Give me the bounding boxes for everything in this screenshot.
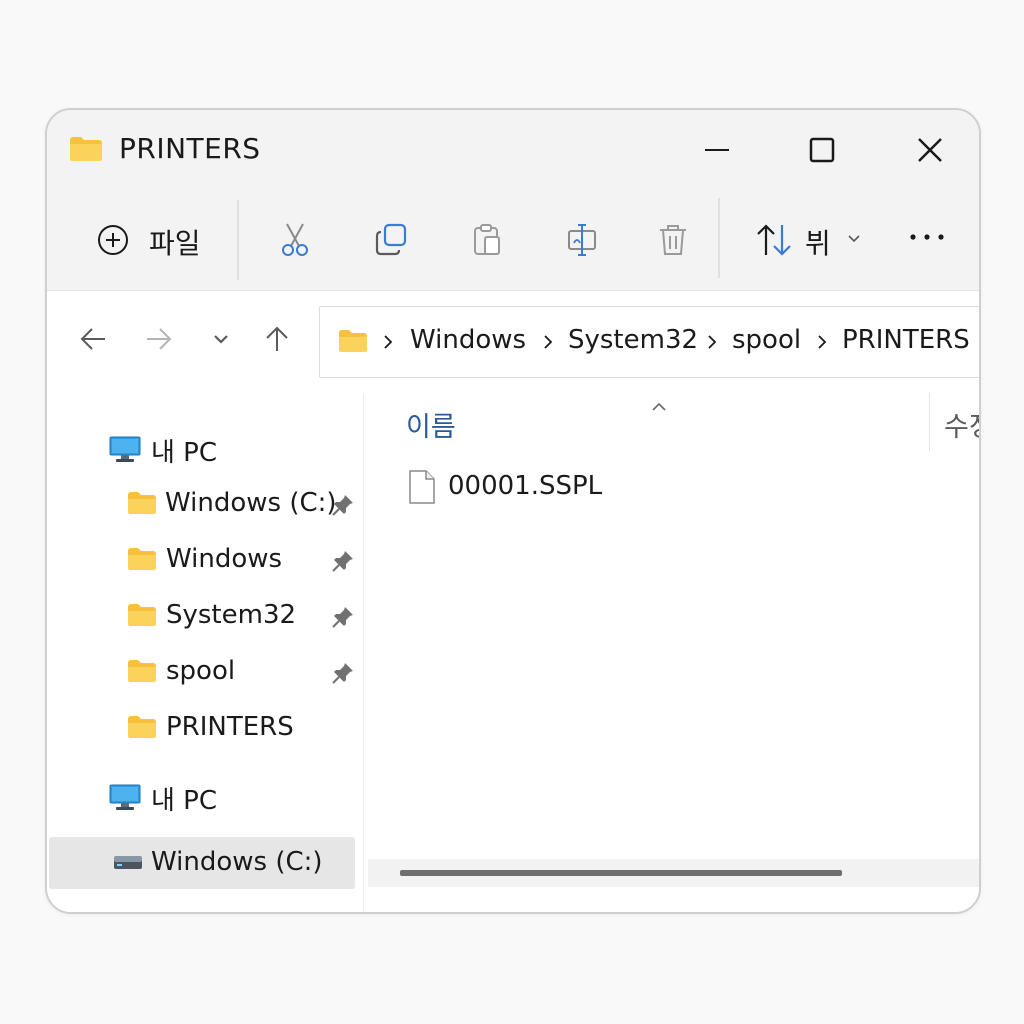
up-button[interactable] bbox=[253, 315, 301, 363]
folder-icon bbox=[127, 491, 157, 519]
forward-button[interactable] bbox=[135, 315, 183, 363]
breadcrumb-printers[interactable]: PRINTERS bbox=[842, 325, 970, 355]
folder-icon bbox=[127, 715, 157, 743]
scrollbar-thumb[interactable] bbox=[400, 870, 842, 876]
sidebar-item-label: System32 bbox=[166, 600, 297, 630]
sidebar-item-system32[interactable]: System32 bbox=[47, 591, 363, 643]
drive-icon bbox=[113, 853, 143, 875]
pc-icon bbox=[109, 435, 141, 467]
chevron-right-icon bbox=[708, 335, 717, 349]
minimize-icon bbox=[705, 149, 729, 151]
file-item[interactable]: 00001.SSPL bbox=[408, 465, 708, 509]
copy-icon bbox=[375, 223, 407, 256]
arrow-left-icon bbox=[80, 328, 105, 350]
chevron-right-icon bbox=[384, 335, 393, 349]
chevron-right-icon bbox=[818, 335, 827, 349]
column-divider[interactable] bbox=[929, 393, 930, 451]
sidebar-item-label: Windows (C:) bbox=[151, 847, 323, 877]
sidebar-item-label: 내 PC bbox=[151, 786, 218, 816]
sidebar-item-this-pc[interactable]: 내 PC bbox=[47, 771, 363, 823]
new-button-label: 파일 bbox=[149, 227, 201, 260]
sidebar-item-label: spool bbox=[166, 656, 236, 686]
delete-icon bbox=[660, 225, 686, 255]
sidebar-item-spool[interactable]: spool bbox=[47, 647, 363, 699]
column-header-date-modified[interactable]: 수정 bbox=[944, 405, 979, 444]
delete-button[interactable] bbox=[643, 212, 703, 268]
toolbar-divider bbox=[237, 200, 239, 280]
more-options-button[interactable] bbox=[903, 220, 953, 260]
breadcrumb-spool[interactable]: spool bbox=[732, 325, 801, 355]
sidebar-item-windows-c[interactable]: Windows (C:) bbox=[47, 479, 363, 531]
navigation-bar: Windows System32 spool PRINTERS bbox=[47, 291, 979, 393]
file-list-pane: 이름 수정 00001.SSPL bbox=[364, 393, 979, 912]
chevron-right-icon bbox=[544, 335, 553, 349]
paste-button[interactable] bbox=[457, 212, 517, 268]
window-title: PRINTERS bbox=[119, 132, 261, 165]
close-button[interactable] bbox=[900, 124, 960, 174]
command-bar: 파일 뷔 bbox=[47, 190, 979, 291]
folder-icon bbox=[127, 547, 157, 575]
file-name: 00001.SSPL bbox=[448, 471, 603, 501]
sidebar-item-printers[interactable]: PRINTERS bbox=[47, 703, 363, 755]
cut-button[interactable] bbox=[265, 212, 325, 268]
chevron-down-icon bbox=[848, 235, 860, 243]
address-bar[interactable]: Windows System32 spool PRINTERS bbox=[319, 306, 979, 378]
sidebar-item-label: Windows (C:) bbox=[165, 488, 337, 518]
arrow-right-icon bbox=[147, 328, 172, 350]
minimize-button[interactable] bbox=[687, 124, 747, 174]
folder-icon bbox=[338, 329, 368, 357]
rename-button[interactable] bbox=[553, 212, 613, 268]
breadcrumb-system32[interactable]: System32 bbox=[568, 325, 698, 355]
recent-locations-button[interactable] bbox=[197, 315, 245, 363]
close-icon bbox=[918, 138, 942, 162]
chevron-down-icon bbox=[214, 335, 228, 344]
file-explorer-window: PRINTERS 파일 뷔 Windows System32 spool PRI… bbox=[45, 108, 981, 914]
toolbar-divider bbox=[718, 198, 720, 278]
column-header-name[interactable]: 이름 bbox=[406, 405, 456, 444]
folder-icon bbox=[69, 136, 103, 166]
title-bar: PRINTERS bbox=[47, 110, 979, 190]
sidebar-item-windows[interactable]: Windows bbox=[47, 535, 363, 587]
folder-icon bbox=[127, 659, 157, 687]
pc-icon bbox=[109, 783, 141, 815]
maximize-button[interactable] bbox=[792, 124, 852, 174]
pin-icon[interactable] bbox=[331, 549, 355, 577]
pin-icon[interactable] bbox=[331, 493, 355, 521]
rename-icon bbox=[568, 224, 596, 256]
arrow-up-icon bbox=[266, 326, 288, 351]
back-button[interactable] bbox=[69, 315, 117, 363]
maximize-icon bbox=[809, 137, 835, 163]
copy-button[interactable] bbox=[361, 212, 421, 268]
file-icon bbox=[409, 470, 435, 504]
sidebar-item-windows-c-drive[interactable]: Windows (C:) bbox=[49, 837, 355, 889]
horizontal-scrollbar[interactable] bbox=[368, 859, 979, 887]
more-dots-icon bbox=[910, 234, 944, 240]
navigation-pane: 내 PC Windows (C:) Windows System32 spool… bbox=[47, 393, 364, 912]
sort-button-label: 뷔 bbox=[805, 227, 831, 260]
folder-icon bbox=[127, 603, 157, 631]
cut-icon bbox=[282, 223, 308, 256]
sidebar-item-label: 내 PC bbox=[151, 438, 218, 468]
sort-ascending-icon bbox=[652, 402, 666, 411]
breadcrumb-windows[interactable]: Windows bbox=[410, 325, 526, 355]
pin-icon[interactable] bbox=[331, 661, 355, 689]
plus-circle-icon bbox=[98, 225, 128, 255]
paste-icon bbox=[474, 224, 500, 255]
sidebar-item-label: PRINTERS bbox=[166, 712, 294, 742]
pin-icon[interactable] bbox=[331, 605, 355, 633]
sidebar-item-this-pc[interactable]: 내 PC bbox=[47, 423, 363, 475]
sidebar-item-label: Windows bbox=[166, 544, 283, 574]
sort-arrows-icon bbox=[757, 224, 791, 256]
